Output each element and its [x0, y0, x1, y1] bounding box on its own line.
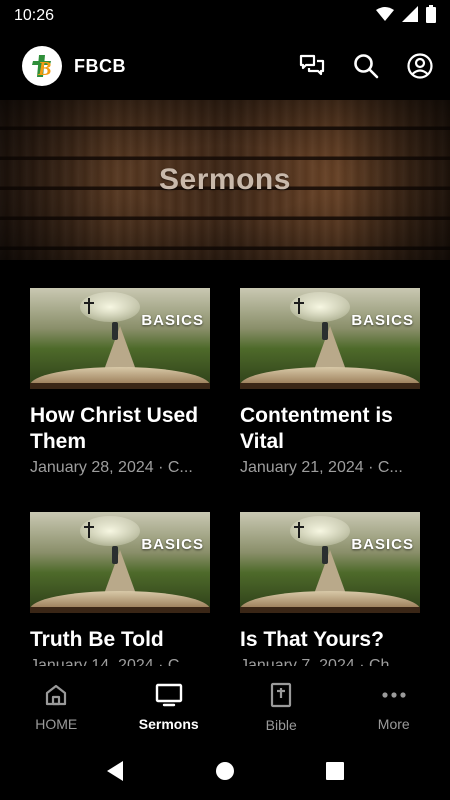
- search-icon[interactable]: [352, 52, 380, 80]
- battery-icon: [426, 4, 436, 28]
- app-logo[interactable]: B: [22, 46, 62, 86]
- sermon-title: Contentment is Vital: [240, 404, 393, 453]
- thumbnail-text: BASICS: [141, 536, 204, 553]
- sermon-card[interactable]: BASICS Is That Yours? January 7, 2024 · …: [240, 512, 420, 666]
- nav-label: Sermons: [138, 715, 199, 732]
- account-icon[interactable]: [406, 52, 434, 80]
- logo-letter: B: [37, 58, 51, 80]
- sermon-meta: January 28, 2024 · C...: [30, 459, 193, 476]
- sermon-thumbnail: BASICS: [30, 288, 210, 389]
- sermon-meta: January 14, 2024 · C...: [30, 657, 193, 666]
- status-bar: 10:26: [0, 0, 450, 32]
- status-icons: [376, 4, 436, 28]
- home-circle-icon[interactable]: [215, 761, 235, 781]
- chat-icon[interactable]: [298, 52, 326, 80]
- system-navigation-bar: [0, 742, 450, 800]
- nav-item-home[interactable]: HOME: [0, 672, 113, 742]
- sermon-title: Is That Yours?: [240, 628, 384, 651]
- app-bar: B FBCB: [0, 32, 450, 100]
- hero-title: Sermons: [159, 163, 291, 196]
- sermon-grid: BASICS How Christ Used Them January 28, …: [30, 288, 420, 666]
- sermon-title: Truth Be Told: [30, 628, 164, 651]
- app-bar-actions: [298, 52, 434, 80]
- bottom-navigation: HOME Sermons Bible More: [0, 672, 450, 742]
- nav-label: Bible: [265, 716, 297, 733]
- sermon-card[interactable]: BASICS Truth Be Told January 14, 2024 · …: [30, 512, 210, 666]
- nav-item-bible[interactable]: Bible: [225, 672, 338, 742]
- sermon-thumbnail: BASICS: [30, 512, 210, 613]
- sermon-meta: January 7, 2024 · Ch...: [240, 657, 403, 666]
- nav-item-more[interactable]: More: [338, 672, 450, 742]
- thumbnail-text: BASICS: [351, 312, 414, 329]
- app-title: FBCB: [74, 55, 126, 76]
- nav-item-sermons[interactable]: Sermons: [113, 672, 226, 742]
- more-icon: [381, 683, 407, 710]
- home-icon: [44, 683, 68, 710]
- sermon-thumbnail: BASICS: [240, 288, 420, 389]
- sermon-card[interactable]: BASICS How Christ Used Them January 28, …: [30, 288, 210, 512]
- wifi-icon: [376, 6, 394, 27]
- sermon-card[interactable]: BASICS Contentment is Vital January 21, …: [240, 288, 420, 512]
- nav-label: HOME: [35, 715, 78, 732]
- sermon-title: How Christ Used Them: [30, 404, 199, 453]
- nav-label: More: [377, 715, 410, 732]
- recents-icon[interactable]: [325, 761, 345, 781]
- status-time: 10:26: [14, 7, 55, 24]
- sermon-thumbnail: BASICS: [240, 512, 420, 613]
- back-icon[interactable]: [105, 760, 125, 782]
- sermons-hero-banner: Sermons: [0, 100, 450, 260]
- sermon-meta: January 21, 2024 · C...: [240, 459, 403, 476]
- tv-icon: [155, 683, 183, 710]
- bible-icon: [270, 682, 292, 711]
- thumbnail-text: BASICS: [141, 312, 204, 329]
- signal-icon: [402, 5, 418, 27]
- thumbnail-text: BASICS: [351, 536, 414, 553]
